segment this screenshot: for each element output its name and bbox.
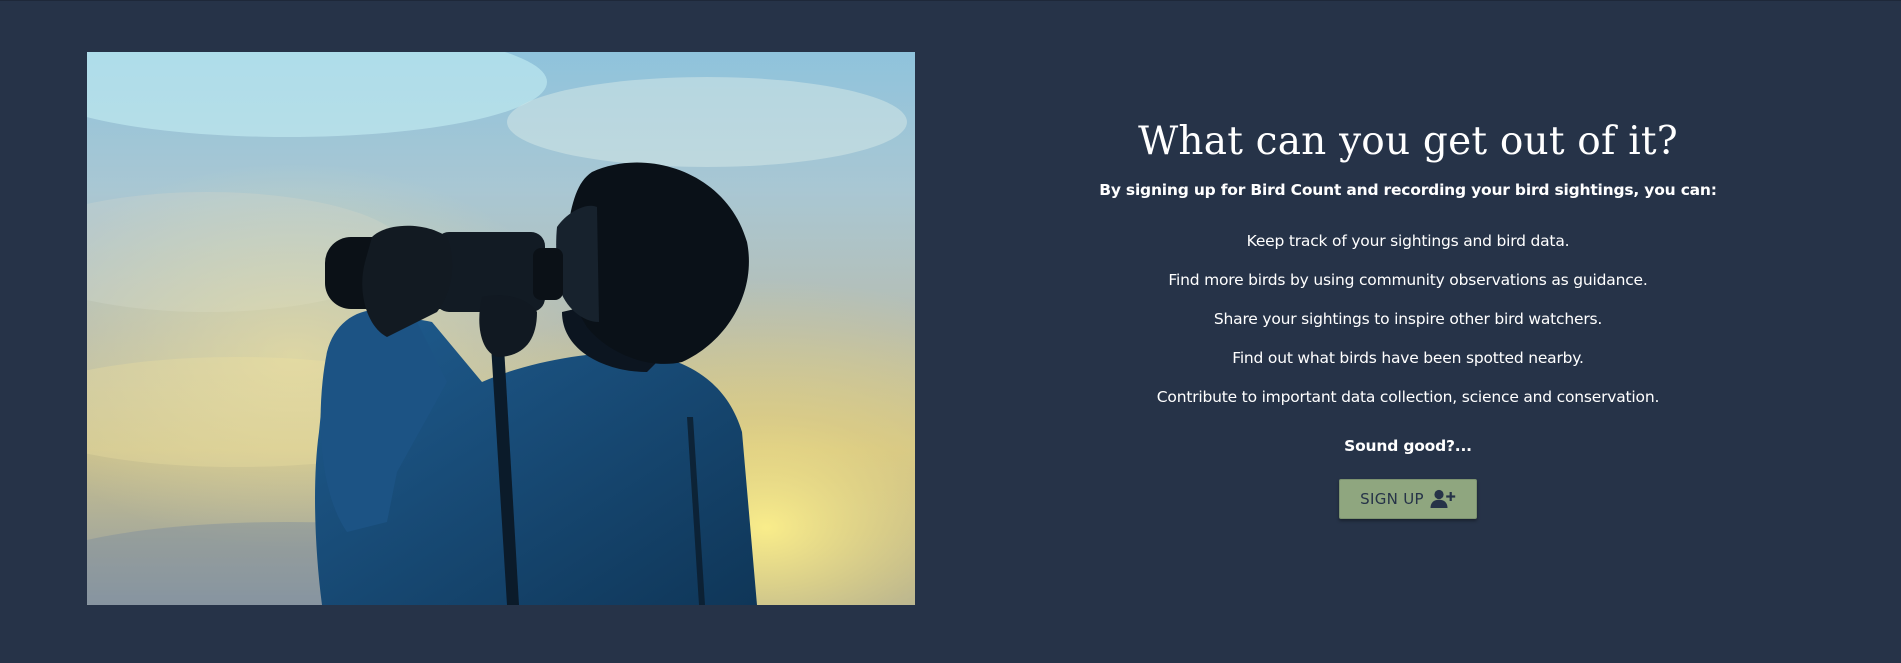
benefit-item: Find more birds by using community obser… [1168, 270, 1648, 289]
info-section: What can you get out of it? By signing u… [0, 0, 1901, 663]
birdwatcher-photo [87, 52, 915, 605]
user-plus-icon [1430, 489, 1456, 509]
benefit-item: Contribute to important data collection,… [1156, 387, 1660, 406]
signup-button[interactable]: SIGN UP [1339, 478, 1477, 519]
signup-pitch: What can you get out of it? By signing u… [1080, 119, 1736, 519]
section-title: What can you get out of it? [1138, 119, 1678, 164]
prompt-text: Sound good?... [1344, 436, 1472, 455]
benefit-item: Keep track of your sightings and bird da… [1246, 231, 1570, 250]
benefit-item: Find out what birds have been spotted ne… [1232, 348, 1584, 367]
benefit-item: Share your sightings to inspire other bi… [1213, 309, 1603, 328]
intro-text: By signing up for Bird Count and recordi… [1099, 180, 1717, 199]
signup-button-label: SIGN UP [1360, 489, 1424, 508]
benefits-list: Keep track of your sightings and bird da… [1080, 222, 1736, 417]
